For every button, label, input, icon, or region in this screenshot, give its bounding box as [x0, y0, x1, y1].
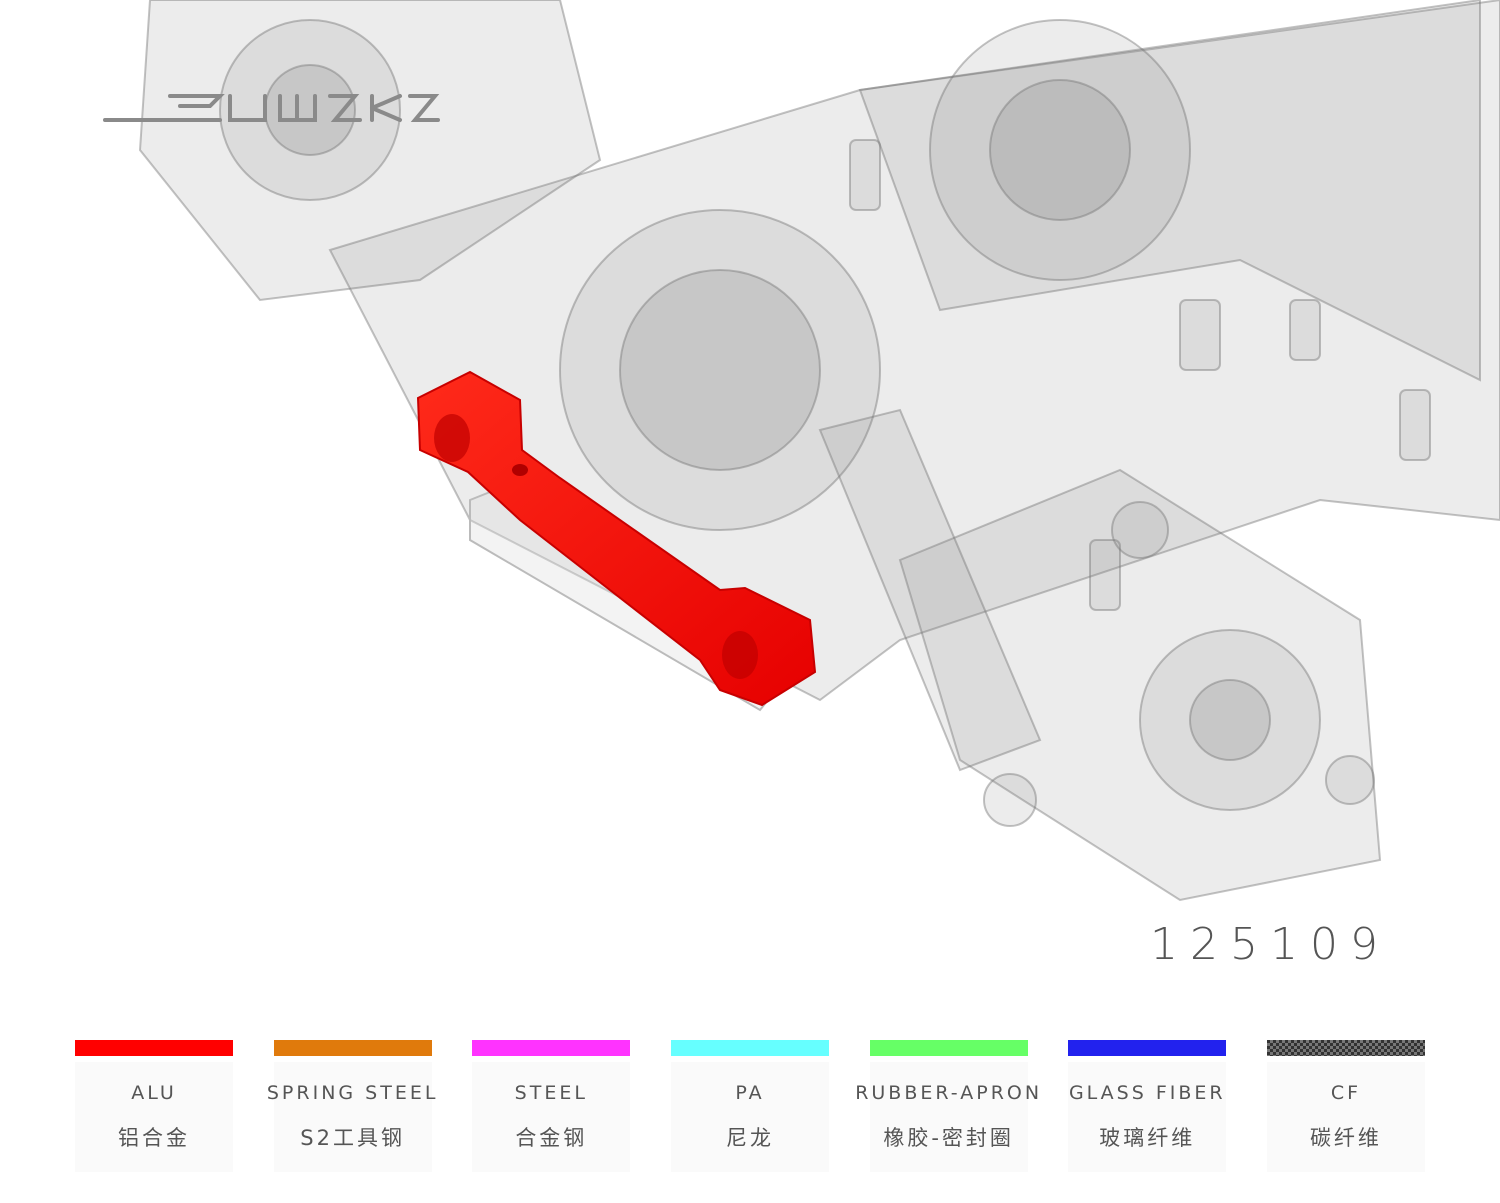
- chassis-illustration: [138, 0, 1500, 902]
- material-name-en: SPRING STEEL: [266, 1082, 439, 1104]
- legend-label-box: SPRING STEEL S2工具钢: [267, 1062, 435, 1172]
- color-swatch: [472, 1040, 631, 1056]
- material-name-zh: S2工具钢: [300, 1126, 405, 1150]
- material-name-en: CF: [1330, 1082, 1362, 1104]
- material-name-en: RUBBER-APRON: [855, 1082, 1043, 1104]
- legend-item-rubber-apron: RUBBER-APRON 橡胶-密封圈: [850, 1040, 1048, 1190]
- color-swatch: [273, 1040, 432, 1056]
- legend-item-steel: STEEL 合金钢: [452, 1040, 650, 1190]
- material-name-zh: 橡胶-密封圈: [883, 1126, 1014, 1150]
- material-name-en: GLASS FIBER: [1068, 1082, 1226, 1104]
- material-name-zh: 尼龙: [725, 1126, 774, 1150]
- brand-logo: [103, 94, 440, 122]
- legend-label-box: CF 碳纤维: [1266, 1062, 1425, 1172]
- legend-label-box: GLASS FIBER 玻璃纤维: [1068, 1062, 1227, 1172]
- legend-item-cf: CF 碳纤维: [1247, 1040, 1445, 1190]
- legend-item-alu: ALU 铝合金: [55, 1040, 253, 1190]
- material-legend: ALU 铝合金 SPRING STEEL S2工具钢 STEEL 合金钢 PA …: [55, 1040, 1445, 1190]
- color-swatch: [1068, 1040, 1227, 1056]
- part-number: 125109: [1150, 919, 1390, 970]
- legend-label-box: RUBBER-APRON 橡胶-密封圈: [855, 1062, 1039, 1172]
- legend-label-box: STEEL 合金钢: [472, 1062, 631, 1172]
- material-name-zh: 合金钢: [515, 1126, 588, 1150]
- legend-item-pa: PA 尼龙: [651, 1040, 849, 1190]
- color-swatch: [1266, 1040, 1425, 1056]
- material-name-zh: 碳纤维: [1309, 1126, 1382, 1150]
- material-name-zh: 玻璃纤维: [1099, 1126, 1196, 1150]
- legend-item-spring-steel: SPRING STEEL S2工具钢: [254, 1040, 452, 1190]
- legend-label-box: PA 尼龙: [670, 1062, 829, 1172]
- legend-item-glass-fiber: GLASS FIBER 玻璃纤维: [1048, 1040, 1246, 1190]
- color-swatch: [75, 1040, 233, 1056]
- material-name-en: PA: [735, 1082, 765, 1104]
- material-name-en: STEEL: [514, 1082, 588, 1104]
- legend-label-box: ALU 铝合金: [75, 1062, 233, 1172]
- color-swatch: [869, 1040, 1028, 1056]
- color-swatch: [670, 1040, 829, 1056]
- material-name-en: ALU: [131, 1082, 177, 1104]
- material-name-zh: 铝合金: [118, 1126, 190, 1150]
